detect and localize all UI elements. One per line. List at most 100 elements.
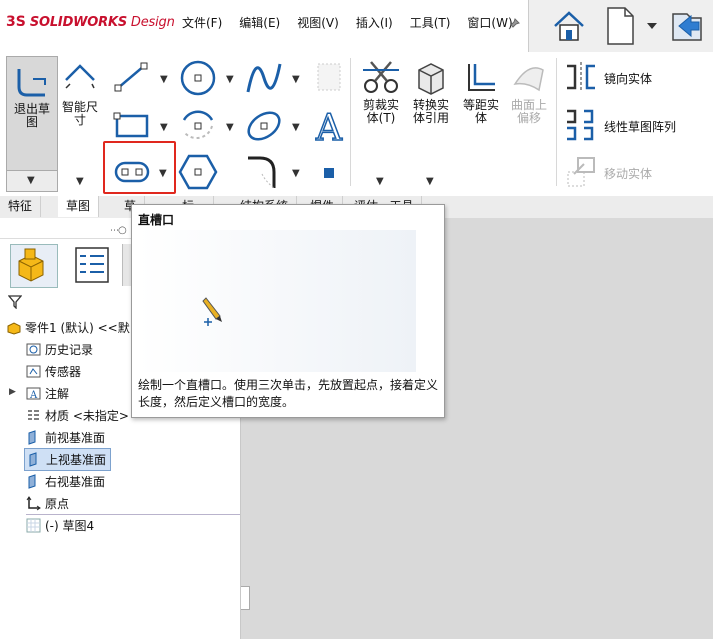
linear-pattern-icon	[564, 108, 598, 145]
line-tool-icon[interactable]	[112, 60, 150, 97]
trim-entities-label: 剪裁实体(T)	[362, 98, 399, 125]
chevron-down-icon[interactable]: ▼	[426, 176, 434, 187]
menu-tools[interactable]: 工具(T)	[410, 14, 451, 31]
smart-dimension-label: 智能尺寸	[61, 100, 98, 127]
tree-item-right-plane[interactable]: 右视基准面	[26, 473, 105, 490]
arc-tool-icon[interactable]	[178, 106, 218, 149]
ds-logo-icon: 3S	[6, 14, 26, 30]
convert-entities-label: 转换实体引用	[412, 98, 449, 125]
mirror-icon	[564, 62, 598, 95]
tree-item-history[interactable]: 历史记录	[26, 341, 93, 358]
offset-entities-label: 等距实体	[462, 98, 499, 125]
chevron-down-icon[interactable]: ▼	[226, 74, 234, 85]
menu-view[interactable]: 视图(V)	[297, 14, 339, 31]
tree-part-label: 零件1 (默认) <<默	[25, 321, 130, 335]
chevron-down-icon[interactable]: ▼	[160, 122, 168, 133]
offset-entities-icon	[461, 60, 501, 99]
linear-pattern-button[interactable]: 线性草图阵列	[564, 108, 676, 145]
pin-icon[interactable]	[508, 18, 520, 33]
tree-item-material[interactable]: 材质 <未指定>	[26, 407, 129, 424]
chevron-down-icon[interactable]: ▼	[376, 176, 384, 187]
property-manager-tab[interactable]	[70, 244, 116, 286]
home-icon[interactable]	[551, 8, 587, 47]
straight-slot-highlight	[103, 141, 176, 194]
smart-dimension-button[interactable]: 智能尺寸	[58, 60, 102, 127]
svg-text:A: A	[29, 390, 38, 401]
open-document-icon[interactable]	[667, 6, 707, 49]
tooltip-straight-slot: 直槽口 绘制一个直槽口。使用三次单击，先放置起点，接着定义长度，然后定义槽口的宽…	[131, 204, 445, 418]
list-icon	[75, 247, 109, 283]
offset-on-surface-button[interactable]: 曲面上偏移	[506, 60, 552, 125]
chevron-down-icon[interactable]: ▼	[76, 176, 84, 187]
tree-item-front-plane[interactable]: 前视基准面	[26, 429, 105, 446]
convert-entities-button[interactable]: 转换实体引用	[408, 60, 454, 125]
chevron-down-icon[interactable]: ▼	[292, 122, 300, 133]
exit-sketch-label: 退出草图	[13, 102, 50, 129]
fillet-tool-icon[interactable]	[244, 152, 284, 195]
polygon-tool-icon[interactable]	[178, 152, 218, 195]
tree-item-sketch4[interactable]: (-) 草图4	[26, 517, 94, 534]
tab-sketch[interactable]: 草图	[58, 196, 100, 217]
part-icon	[7, 322, 21, 335]
menu-window[interactable]: 窗口(W)	[467, 14, 512, 31]
pencil-cursor-icon	[202, 294, 226, 331]
menu-bar: 文件(F) 编辑(E) 视图(V) 插入(I) 工具(T) 窗口(W)	[182, 14, 513, 31]
surface-tool-icon[interactable]	[314, 60, 344, 97]
sketch-icon	[26, 518, 41, 533]
chevron-down-icon[interactable]	[647, 20, 657, 34]
tree-item-sensors[interactable]: 传感器	[26, 363, 81, 380]
tree-item-origin[interactable]: 原点	[26, 495, 69, 512]
tab-features[interactable]: 特征	[0, 196, 42, 217]
material-icon	[28, 410, 39, 420]
part-icon	[18, 248, 44, 282]
move-icon	[564, 156, 598, 191]
tooltip-title: 直槽口	[138, 213, 175, 227]
tooltip-preview	[138, 230, 416, 372]
chevron-down-icon[interactable]: ▼	[292, 168, 300, 179]
title-bar: 3S SOLIDWORKS Design 文件(F) 编辑(E) 视图(V) 插…	[0, 0, 528, 52]
chevron-down-icon[interactable]: ▼	[292, 74, 300, 85]
feature-manager-tab[interactable]	[10, 244, 58, 288]
svg-text:A: A	[315, 108, 343, 146]
plane-icon	[29, 452, 37, 467]
tree-part-root[interactable]: 零件1 (默认) <<默	[6, 319, 130, 336]
chevron-down-icon[interactable]: ▼	[226, 122, 234, 133]
tooltip-description: 绘制一个直槽口。使用三次单击，先放置起点，接着定义长度，然后定义槽口的宽度。	[138, 378, 439, 409]
linear-pattern-label: 线性草图阵列	[604, 120, 677, 134]
move-entities-button[interactable]: 移动实体	[564, 156, 652, 191]
mirror-entities-button[interactable]: 镜向实体	[564, 62, 652, 95]
quick-access-toolbar	[528, 0, 713, 52]
plane-icon	[28, 474, 36, 489]
menu-file[interactable]: 文件(F)	[182, 14, 222, 31]
menu-edit[interactable]: 编辑(E)	[239, 14, 280, 31]
chevron-down-icon[interactable]: ▼	[27, 175, 35, 186]
tree-item-annotations[interactable]: A 注解	[26, 385, 69, 402]
plane-icon	[28, 430, 36, 445]
panel-collapse-handle[interactable]	[241, 586, 250, 610]
text-tool-icon[interactable]: A	[312, 106, 348, 150]
point-tool-icon[interactable]	[322, 166, 336, 183]
close-icon[interactable]: ○	[118, 225, 127, 236]
app-logo: 3S SOLIDWORKS Design	[6, 14, 175, 30]
offset-on-surface-label: 曲面上偏移	[510, 98, 547, 125]
offset-entities-button[interactable]: 等距实体	[458, 60, 504, 125]
ellipse-tool-icon[interactable]	[244, 106, 284, 149]
spline-tool-icon[interactable]	[244, 58, 284, 101]
move-entities-label: 移动实体	[604, 167, 653, 181]
scissors-icon	[361, 60, 401, 99]
logo-suffix: Design	[127, 14, 175, 30]
origin-icon	[26, 496, 41, 511]
expand-arrow-icon[interactable]: ▶	[9, 387, 16, 397]
trim-entities-button[interactable]: 剪裁实体(T)	[358, 60, 404, 125]
filter-icon[interactable]	[7, 295, 23, 312]
tree-item-top-plane[interactable]: 上视基准面	[24, 448, 112, 471]
rollback-bar[interactable]	[26, 514, 240, 515]
convert-entities-icon	[411, 60, 451, 99]
exit-sketch-button[interactable]: 退出草图 ▼	[6, 56, 58, 192]
new-document-icon[interactable]	[605, 6, 635, 49]
chevron-down-icon[interactable]: ▼	[160, 74, 168, 85]
circle-tool-icon[interactable]	[178, 58, 218, 101]
history-icon	[26, 343, 41, 356]
menu-insert[interactable]: 插入(I)	[356, 14, 393, 31]
rectangle-tool-icon[interactable]	[112, 108, 152, 145]
